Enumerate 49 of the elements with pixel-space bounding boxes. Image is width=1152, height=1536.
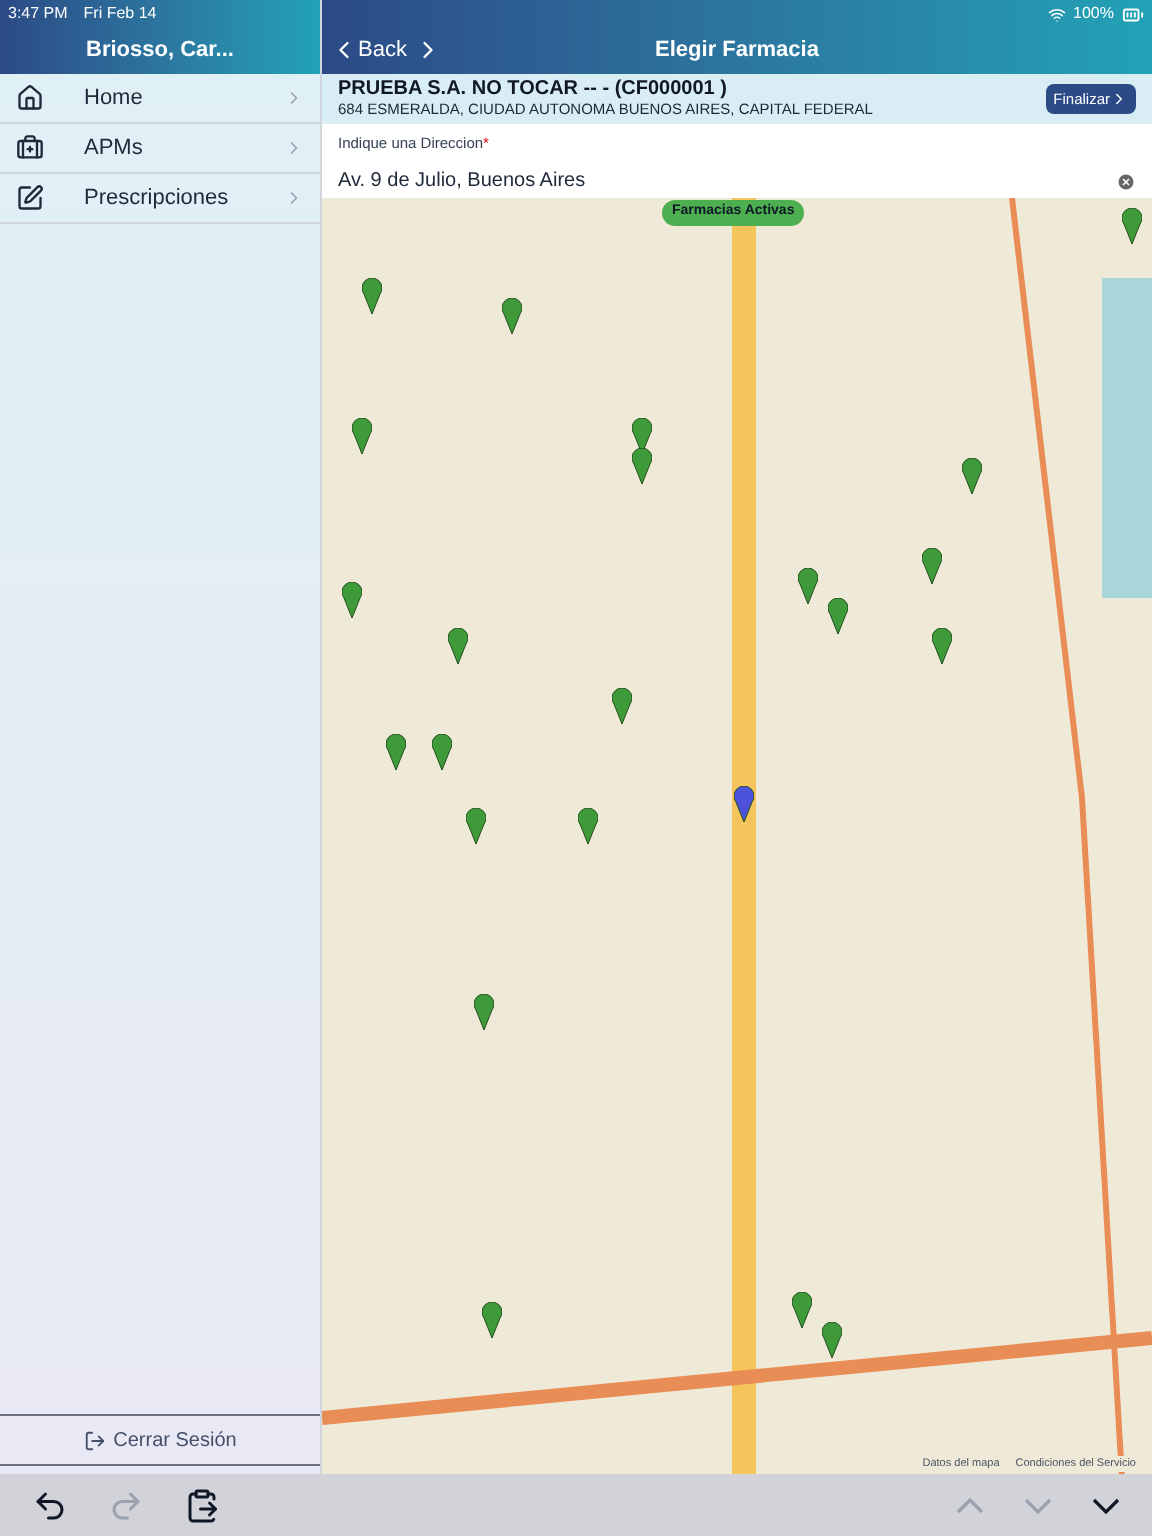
sidebar-title: Briosso, Car... xyxy=(86,35,234,66)
battery-percent: 100% xyxy=(1073,2,1114,26)
logout-icon xyxy=(83,1429,106,1451)
map-pin-icon[interactable] xyxy=(612,688,632,724)
map-pin-icon[interactable] xyxy=(734,786,754,822)
map-pin-icon[interactable] xyxy=(792,1292,812,1328)
medical-kit-icon xyxy=(16,134,44,162)
chevron-icon xyxy=(1092,1497,1120,1513)
client-name: PRUEBA S.A. NO TOCAR -- - (CF000001 ) xyxy=(338,79,729,99)
nav-title: Elegir Farmacia xyxy=(655,35,819,66)
map-pin-icon[interactable] xyxy=(448,628,468,664)
map-pin-icon[interactable] xyxy=(1122,208,1142,244)
clipboard-icon xyxy=(184,1487,220,1523)
chevron-icon xyxy=(1024,1497,1052,1513)
map-pin-icon[interactable] xyxy=(822,1322,842,1358)
map-pin-icon[interactable] xyxy=(386,734,406,770)
chevron-right-icon xyxy=(1110,90,1128,108)
undo-arrow-icon xyxy=(32,1487,68,1523)
battery-icon xyxy=(1122,3,1144,25)
map-pin-icon[interactable] xyxy=(342,582,362,618)
map-pin-icon[interactable] xyxy=(432,734,452,770)
sidebar-item[interactable]: Home xyxy=(0,74,320,124)
map-pin-icon[interactable] xyxy=(932,628,952,664)
map-pin-icon[interactable] xyxy=(828,598,848,634)
redo-arrow-icon xyxy=(108,1487,144,1523)
clear-icon[interactable] xyxy=(1116,171,1136,192)
map-pin-icon[interactable] xyxy=(352,418,372,454)
home-icon xyxy=(16,84,44,112)
map-pin-icon[interactable] xyxy=(798,568,818,604)
map-pin-icon[interactable] xyxy=(922,548,942,584)
edit-icon xyxy=(16,184,44,212)
address-field[interactable]: Av. 9 de Julio, Buenos Aires xyxy=(338,166,1136,197)
map-pin-icon[interactable] xyxy=(474,994,494,1030)
sidebar-item[interactable]: Prescripciones xyxy=(0,174,320,224)
map-pin-icon[interactable] xyxy=(578,808,598,844)
logout-button[interactable]: Cerrar Sesión xyxy=(0,1414,320,1466)
wifi-icon xyxy=(1047,5,1066,23)
back-button[interactable]: Back xyxy=(330,33,407,67)
status-time: 3:47 PM xyxy=(8,2,68,26)
map-pin-icon[interactable] xyxy=(502,298,522,334)
map-pin-icon[interactable] xyxy=(632,448,652,484)
status-date: Fri Feb 14 xyxy=(83,2,157,26)
map-pin-icon[interactable] xyxy=(466,808,486,844)
sidebar-item[interactable]: APMs xyxy=(0,124,320,174)
chevron-icon xyxy=(956,1497,984,1513)
map-pin-icon[interactable] xyxy=(482,1302,502,1338)
map-pin-icon[interactable] xyxy=(632,418,652,454)
map-pin-icon[interactable] xyxy=(962,458,982,494)
map-pin-icon[interactable] xyxy=(362,278,382,314)
